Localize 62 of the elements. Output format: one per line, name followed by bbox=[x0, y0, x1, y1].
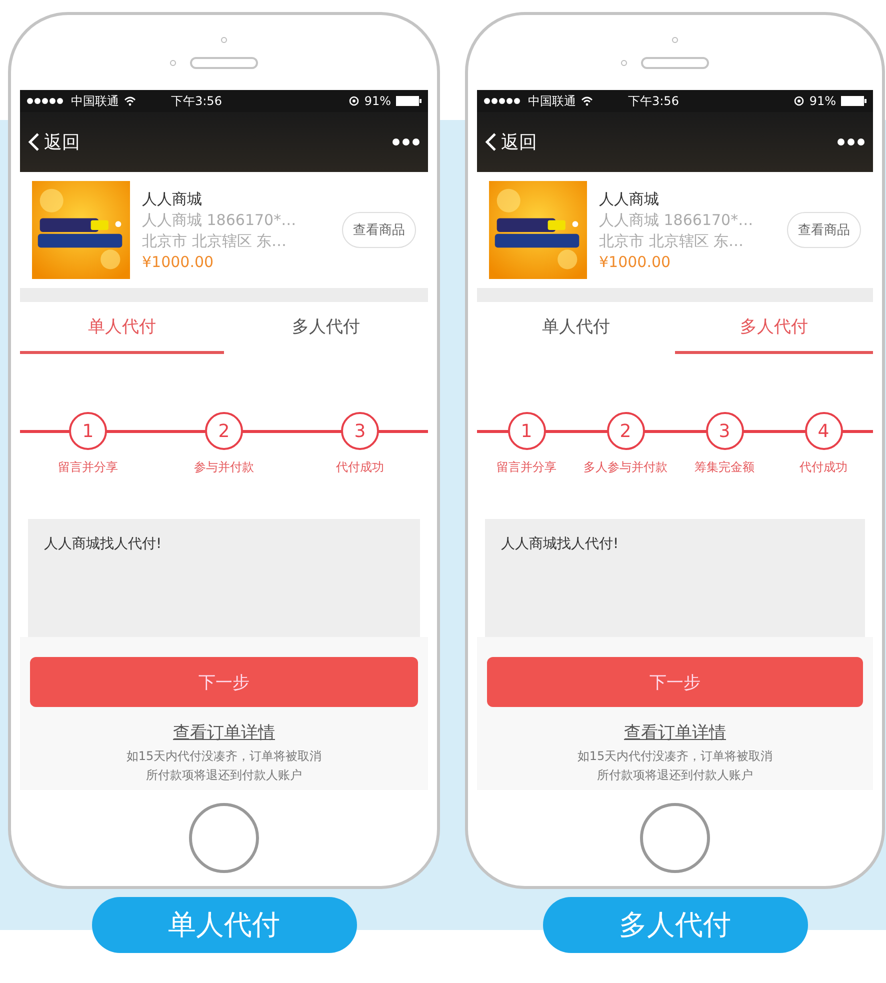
step-label: 多人参与并付款 bbox=[584, 459, 668, 476]
sensor-icon bbox=[621, 60, 627, 66]
home-button[interactable] bbox=[189, 803, 259, 874]
status-time: 下午3:56 bbox=[171, 92, 222, 110]
home-button[interactable] bbox=[640, 803, 710, 874]
step-label: 代付成功 bbox=[800, 459, 848, 476]
order-details-link[interactable]: 查看订单详情 bbox=[173, 721, 275, 744]
wifi-icon bbox=[124, 96, 136, 106]
message-box[interactable]: 人人商城找人代付! bbox=[485, 519, 865, 637]
view-product-button[interactable]: 查看商品 bbox=[787, 212, 861, 248]
order-details-link[interactable]: 查看订单详情 bbox=[624, 721, 726, 744]
step-label: 留言并分享 bbox=[496, 459, 556, 476]
price: ¥1000.00 bbox=[142, 252, 215, 270]
notice-text: 所付款项将退还到付款人账户 bbox=[597, 769, 753, 782]
step-number: 4 bbox=[804, 412, 842, 450]
status-time: 下午3:56 bbox=[628, 92, 679, 110]
back-button[interactable]: 返回 bbox=[28, 130, 80, 154]
caption-label: 多人代付 bbox=[542, 897, 808, 954]
step-label: 留言并分享 bbox=[58, 459, 118, 476]
shop-contact: 人人商城 1866170*… bbox=[142, 210, 298, 230]
view-product-button[interactable]: 查看商品 bbox=[342, 212, 416, 248]
step-label: 筹集完金额 bbox=[694, 459, 754, 476]
price: ¥1000.00 bbox=[599, 252, 672, 270]
step-label: 代付成功 bbox=[336, 459, 384, 476]
signal-icon bbox=[483, 97, 523, 105]
step-number: 2 bbox=[606, 412, 644, 450]
shop-name: 人人商城 bbox=[599, 190, 660, 208]
step-number: 2 bbox=[205, 412, 243, 450]
camera-icon bbox=[672, 36, 678, 42]
lock-rotation-icon bbox=[349, 96, 360, 106]
more-icon[interactable] bbox=[392, 138, 420, 146]
caption-label: 单人代付 bbox=[92, 897, 356, 954]
shop-address: 北京市 北京辖区 东… bbox=[142, 232, 288, 250]
notice-text: 所付款项将退还到付款人账户 bbox=[146, 769, 302, 782]
step-number: 1 bbox=[69, 412, 107, 450]
step-number: 3 bbox=[341, 412, 379, 450]
battery-icon bbox=[396, 96, 422, 106]
chevron-left-icon bbox=[28, 132, 40, 152]
notice-text: 如15天内代付没凑齐，订单将被取消 bbox=[577, 750, 773, 764]
more-icon[interactable] bbox=[837, 138, 865, 146]
signal-icon bbox=[26, 97, 66, 105]
carrier-name: 中国联通 bbox=[71, 92, 119, 110]
shop-address: 北京市 北京辖区 东… bbox=[599, 232, 745, 250]
message-box[interactable]: 人人商城找人代付! bbox=[28, 519, 420, 637]
speaker-grille bbox=[641, 56, 709, 68]
speaker-grille bbox=[190, 56, 258, 68]
wifi-icon bbox=[581, 96, 593, 106]
back-button[interactable]: 返回 bbox=[485, 130, 537, 154]
battery-percent: 91% bbox=[364, 94, 391, 108]
chevron-left-icon bbox=[485, 132, 497, 152]
step-number: 1 bbox=[508, 412, 546, 450]
battery-icon bbox=[841, 96, 867, 106]
lock-rotation-icon bbox=[794, 96, 804, 106]
sensor-icon bbox=[170, 60, 176, 66]
step-label: 参与并付款 bbox=[194, 459, 254, 476]
camera-icon bbox=[221, 36, 227, 42]
shop-name: 人人商城 bbox=[142, 190, 203, 208]
battery-percent: 91% bbox=[809, 94, 836, 108]
shop-contact: 人人商城 1866170*… bbox=[599, 210, 754, 230]
carrier-name: 中国联通 bbox=[528, 92, 576, 110]
step-number: 3 bbox=[706, 412, 744, 450]
notice-text: 如15天内代付没凑齐，订单将被取消 bbox=[126, 750, 322, 764]
